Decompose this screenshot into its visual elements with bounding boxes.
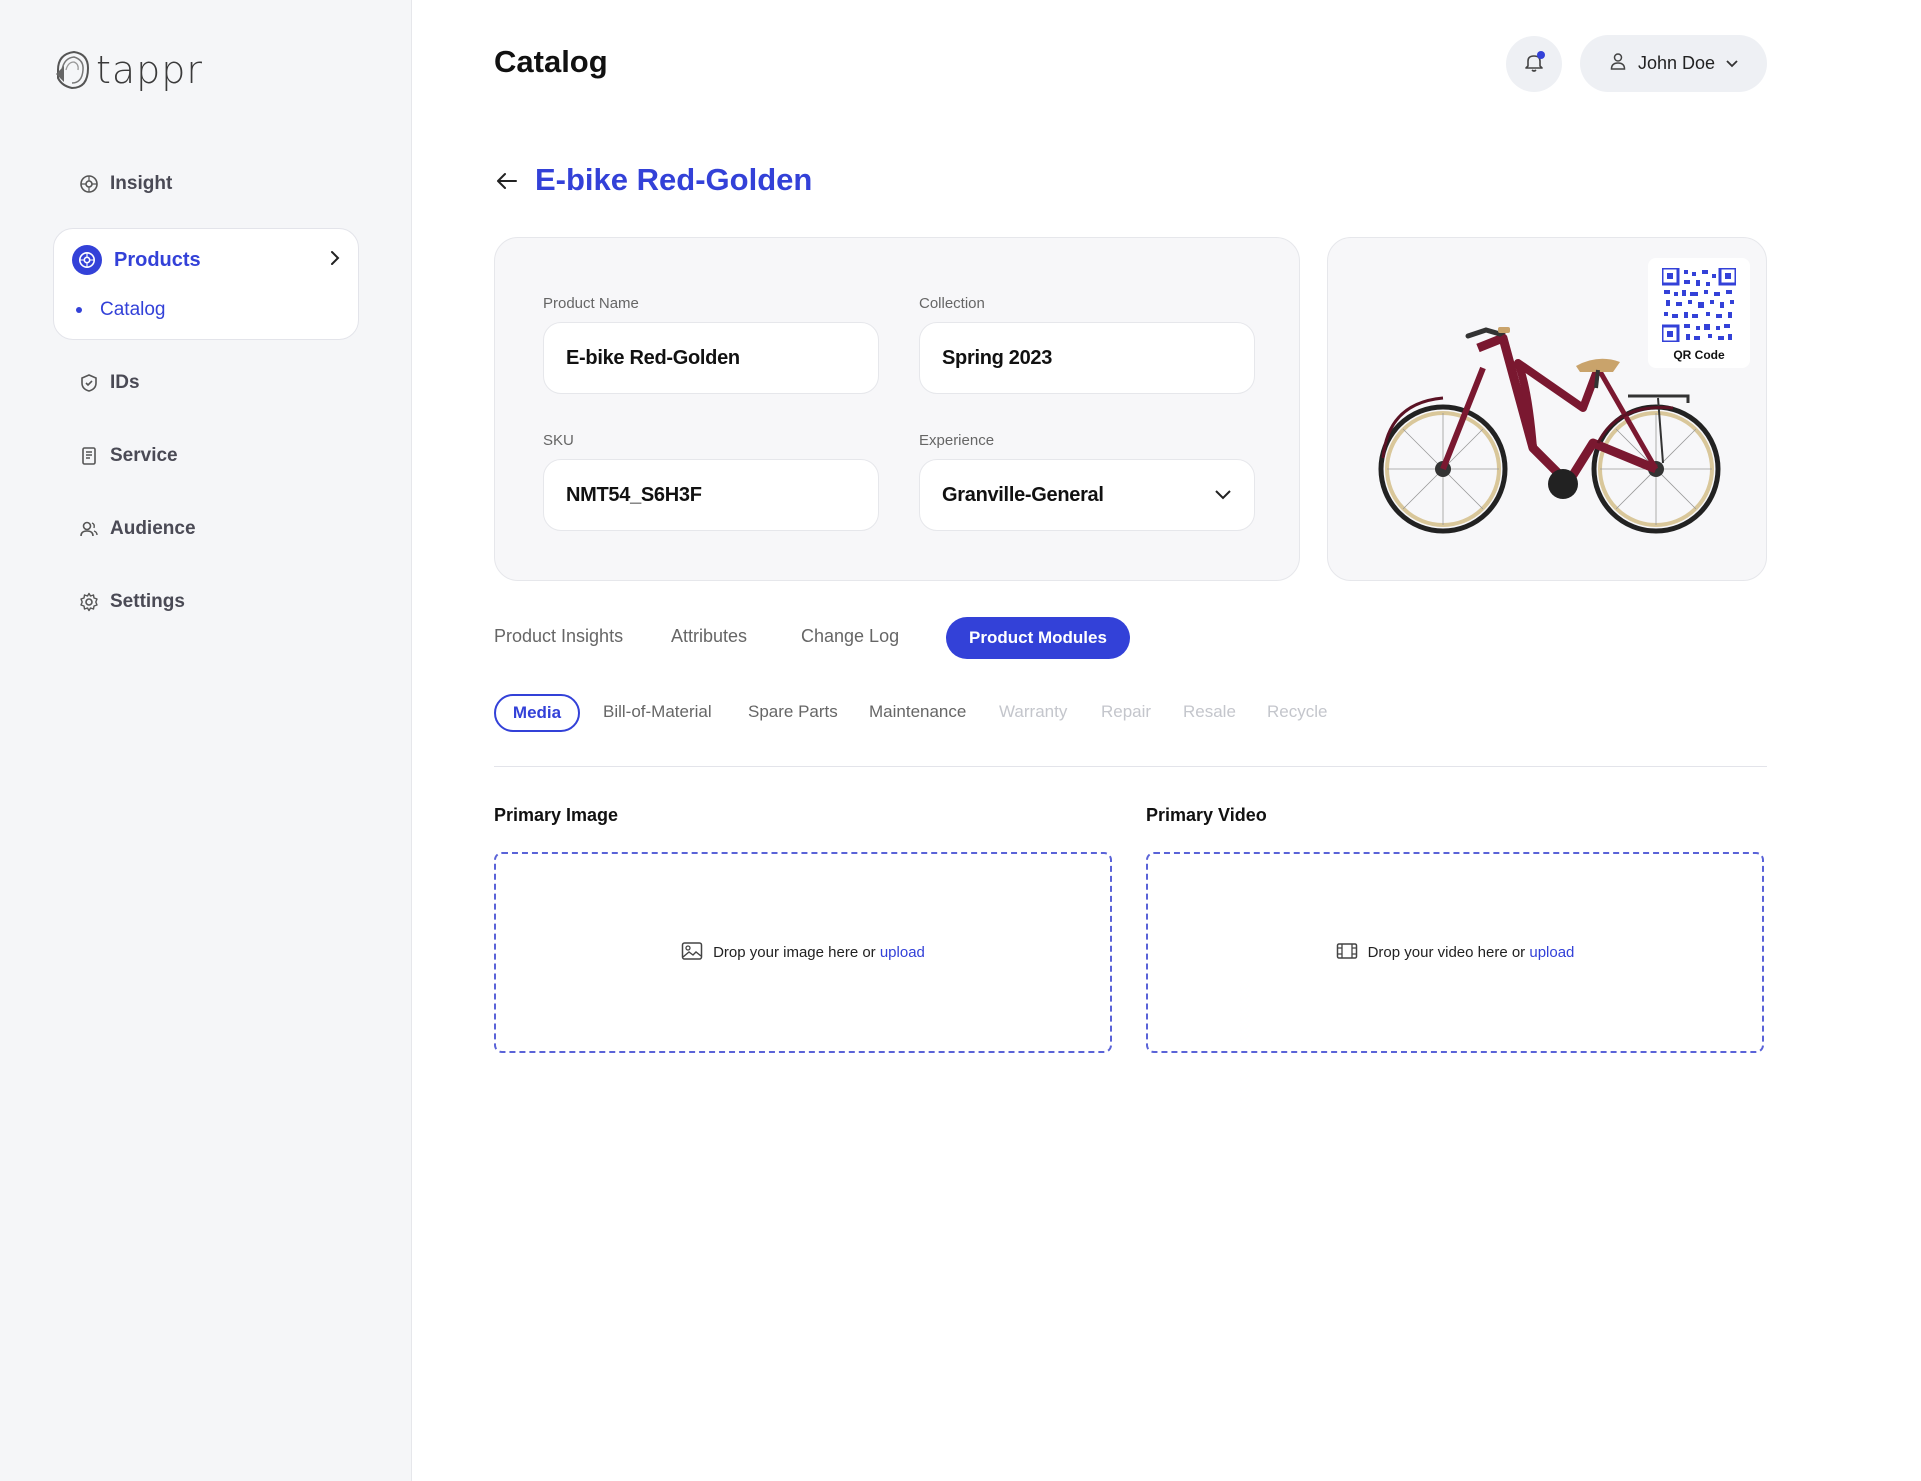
subtab-maintenance[interactable]: Maintenance xyxy=(869,702,966,722)
film-icon xyxy=(1336,942,1358,964)
tab-product-modules[interactable]: Product Modules xyxy=(946,617,1130,659)
tappr-logo-icon xyxy=(56,50,90,90)
user-icon xyxy=(1608,51,1628,76)
notifications-button[interactable] xyxy=(1506,36,1562,92)
user-menu-button[interactable]: John Doe xyxy=(1580,35,1767,92)
chevron-down-icon xyxy=(1214,484,1232,507)
products-icon xyxy=(72,245,102,275)
product-name-value: E-bike Red-Golden xyxy=(566,346,740,369)
sidebar-item-label: Settings xyxy=(110,591,185,612)
sidebar-item-service[interactable]: Service xyxy=(78,445,178,467)
qr-code[interactable]: QR Code xyxy=(1648,258,1750,368)
sidebar-subitem-catalog[interactable]: Catalog xyxy=(76,299,166,321)
subtab-warranty[interactable]: Warranty xyxy=(999,702,1067,722)
tab-attributes[interactable]: Attributes xyxy=(671,626,747,647)
sidebar-item-products-group: Products Catalog xyxy=(53,228,359,340)
sidebar-item-label: Audience xyxy=(110,518,196,539)
sidebar-item-label: IDs xyxy=(110,372,140,393)
sidebar: tappr Insight Products Catalog IDs Servi… xyxy=(0,0,412,1481)
collection-value: Spring 2023 xyxy=(942,346,1053,369)
subtab-repair[interactable]: Repair xyxy=(1101,702,1151,722)
tab-product-insights[interactable]: Product Insights xyxy=(494,626,623,647)
experience-label: Experience xyxy=(919,432,995,449)
chevron-right-icon xyxy=(328,249,342,272)
sidebar-item-label: Service xyxy=(110,445,178,466)
sidebar-subitem-label: Catalog xyxy=(100,299,166,320)
video-drop-text: Drop your video here or xyxy=(1367,944,1526,961)
primary-image-label: Primary Image xyxy=(494,805,619,825)
sku-label: SKU xyxy=(543,432,574,449)
sidebar-item-label: Products xyxy=(114,248,201,271)
user-name: John Doe xyxy=(1637,53,1716,73)
bullet-icon xyxy=(76,307,82,313)
sidebar-item-audience[interactable]: Audience xyxy=(78,518,196,540)
product-name-field[interactable]: E-bike Red-Golden xyxy=(543,322,879,394)
product-title: E-bike Red-Golden xyxy=(535,162,813,197)
image-drop-text: Drop your image here or xyxy=(713,944,876,961)
experience-select[interactable]: Granville-General xyxy=(919,459,1255,531)
subtab-media[interactable]: Media xyxy=(494,694,580,732)
tab-change-log[interactable]: Change Log xyxy=(801,626,899,647)
brand-name: tappr xyxy=(96,48,204,92)
insight-icon xyxy=(78,173,100,195)
logo[interactable]: tappr xyxy=(52,48,203,92)
notification-badge xyxy=(1537,51,1545,59)
image-icon xyxy=(681,941,703,965)
subtab-resale[interactable]: Resale xyxy=(1183,702,1236,722)
product-image-card: QR Code xyxy=(1327,237,1767,581)
image-dropzone[interactable]: Drop your image here or upload xyxy=(494,852,1112,1053)
sidebar-item-products[interactable]: Products xyxy=(72,245,342,275)
image-upload-link[interactable]: upload xyxy=(880,944,925,961)
product-name-label: Product Name xyxy=(543,295,639,312)
shield-icon xyxy=(78,372,100,394)
sidebar-item-settings[interactable]: Settings xyxy=(78,591,185,613)
subtab-recycle[interactable]: Recycle xyxy=(1267,702,1327,722)
video-dropzone[interactable]: Drop your video here or upload xyxy=(1146,852,1764,1053)
subtab-spare-parts[interactable]: Spare Parts xyxy=(748,702,838,722)
product-info-card: Product Name E-bike Red-Golden Collectio… xyxy=(494,237,1300,581)
sidebar-item-label: Insight xyxy=(110,173,173,194)
qr-code-icon xyxy=(1662,268,1736,342)
document-icon xyxy=(78,445,100,467)
page-title: Catalog xyxy=(494,44,608,79)
back-arrow-icon[interactable] xyxy=(494,168,520,194)
collection-field[interactable]: Spring 2023 xyxy=(919,322,1255,394)
video-upload-link[interactable]: upload xyxy=(1529,944,1574,961)
chevron-down-icon xyxy=(1725,53,1739,74)
gear-icon xyxy=(78,591,100,613)
sku-field[interactable]: NMT54_S6H3F xyxy=(543,459,879,531)
primary-video-label: Primary Video xyxy=(1146,805,1267,825)
experience-value: Granville-General xyxy=(942,483,1104,506)
sidebar-item-insight[interactable]: Insight xyxy=(78,173,172,195)
qr-code-label: QR Code xyxy=(1673,348,1725,362)
sku-value: NMT54_S6H3F xyxy=(566,483,702,506)
subtab-bill-of-material[interactable]: Bill-of-Material xyxy=(603,702,712,722)
users-icon xyxy=(78,518,100,540)
sidebar-item-ids[interactable]: IDs xyxy=(78,372,140,394)
divider xyxy=(494,766,1767,767)
collection-label: Collection xyxy=(919,295,985,312)
